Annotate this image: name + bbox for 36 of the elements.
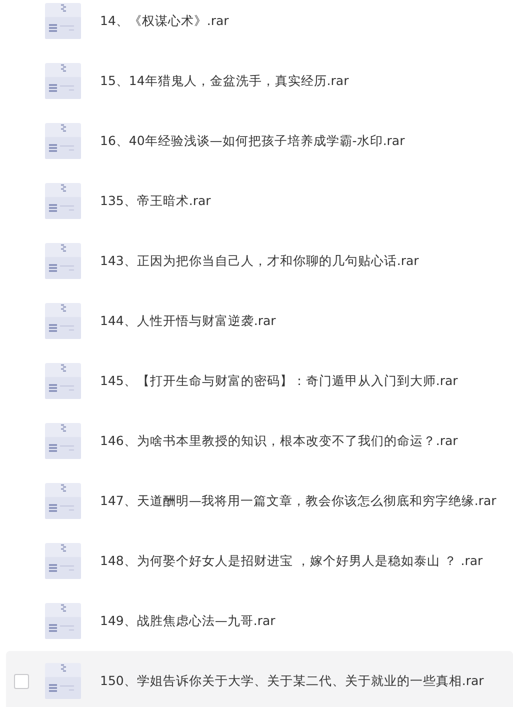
archive-file-icon: [45, 423, 81, 459]
file-row[interactable]: 135、帝王暗术.rar: [6, 171, 513, 231]
file-row[interactable]: 16、40年经验浅谈—如何把孩子培养成学霸-水印.rar: [6, 111, 513, 171]
archive-file-icon: [45, 123, 81, 159]
file-name[interactable]: 15、14年猎鬼人，金盆洗手，真实经历.rar: [100, 72, 349, 90]
file-name[interactable]: 135、帝王暗术.rar: [100, 192, 211, 210]
archive-file-icon: [45, 63, 81, 99]
file-name[interactable]: 148、为何娶个好女人是招财进宝 ，嫁个好男人是稳如泰山 ？ .rar: [100, 552, 483, 570]
archive-file-icon: [45, 3, 81, 39]
file-name[interactable]: 144、人性开悟与财富逆袭.rar: [100, 312, 276, 330]
file-name[interactable]: 14、《权谋心术》.rar: [100, 12, 229, 30]
file-name[interactable]: 150、学姐告诉你关于大学、关于某二代、关于就业的一些真相.rar: [100, 672, 484, 690]
file-row[interactable]: 148、为何娶个好女人是招财进宝 ，嫁个好男人是稳如泰山 ？ .rar: [6, 531, 513, 591]
file-name[interactable]: 149、战胜焦虑心法—九哥.rar: [100, 612, 276, 630]
archive-file-icon: [45, 363, 81, 399]
archive-file-icon: [45, 243, 81, 279]
file-row[interactable]: 149、战胜焦虑心法—九哥.rar: [6, 591, 513, 651]
file-row[interactable]: 146、为啥书本里教授的知识，根本改变不了我们的命运？.rar: [6, 411, 513, 471]
file-row[interactable]: 144、人性开悟与财富逆袭.rar: [6, 291, 513, 351]
file-name[interactable]: 146、为啥书本里教授的知识，根本改变不了我们的命运？.rar: [100, 432, 458, 450]
file-row[interactable]: 14、《权谋心术》.rar: [6, 0, 513, 51]
file-row[interactable]: 15、14年猎鬼人，金盆洗手，真实经历.rar: [6, 51, 513, 111]
archive-file-icon: [45, 483, 81, 519]
file-name[interactable]: 145、【打开生命与财富的密码】：奇门遁甲从入门到大师.rar: [100, 372, 458, 390]
file-row[interactable]: 145、【打开生命与财富的密码】：奇门遁甲从入门到大师.rar: [6, 351, 513, 411]
file-name[interactable]: 16、40年经验浅谈—如何把孩子培养成学霸-水印.rar: [100, 132, 405, 150]
checkbox[interactable]: [14, 674, 29, 688]
archive-file-icon: [45, 183, 81, 219]
file-row[interactable]: 147、天道酬明—我将用一篇文章，教会你该怎么彻底和穷字绝缘.rar: [6, 471, 513, 531]
archive-file-icon: [45, 543, 81, 579]
archive-file-icon: [45, 303, 81, 339]
file-name[interactable]: 147、天道酬明—我将用一篇文章，教会你该怎么彻底和穷字绝缘.rar: [100, 492, 496, 510]
file-row[interactable]: 143、正因为把你当自己人，才和你聊的几句贴心话.rar: [6, 231, 513, 291]
archive-file-icon: [45, 663, 81, 699]
file-name[interactable]: 143、正因为把你当自己人，才和你聊的几句贴心话.rar: [100, 252, 419, 270]
archive-file-icon: [45, 603, 81, 639]
